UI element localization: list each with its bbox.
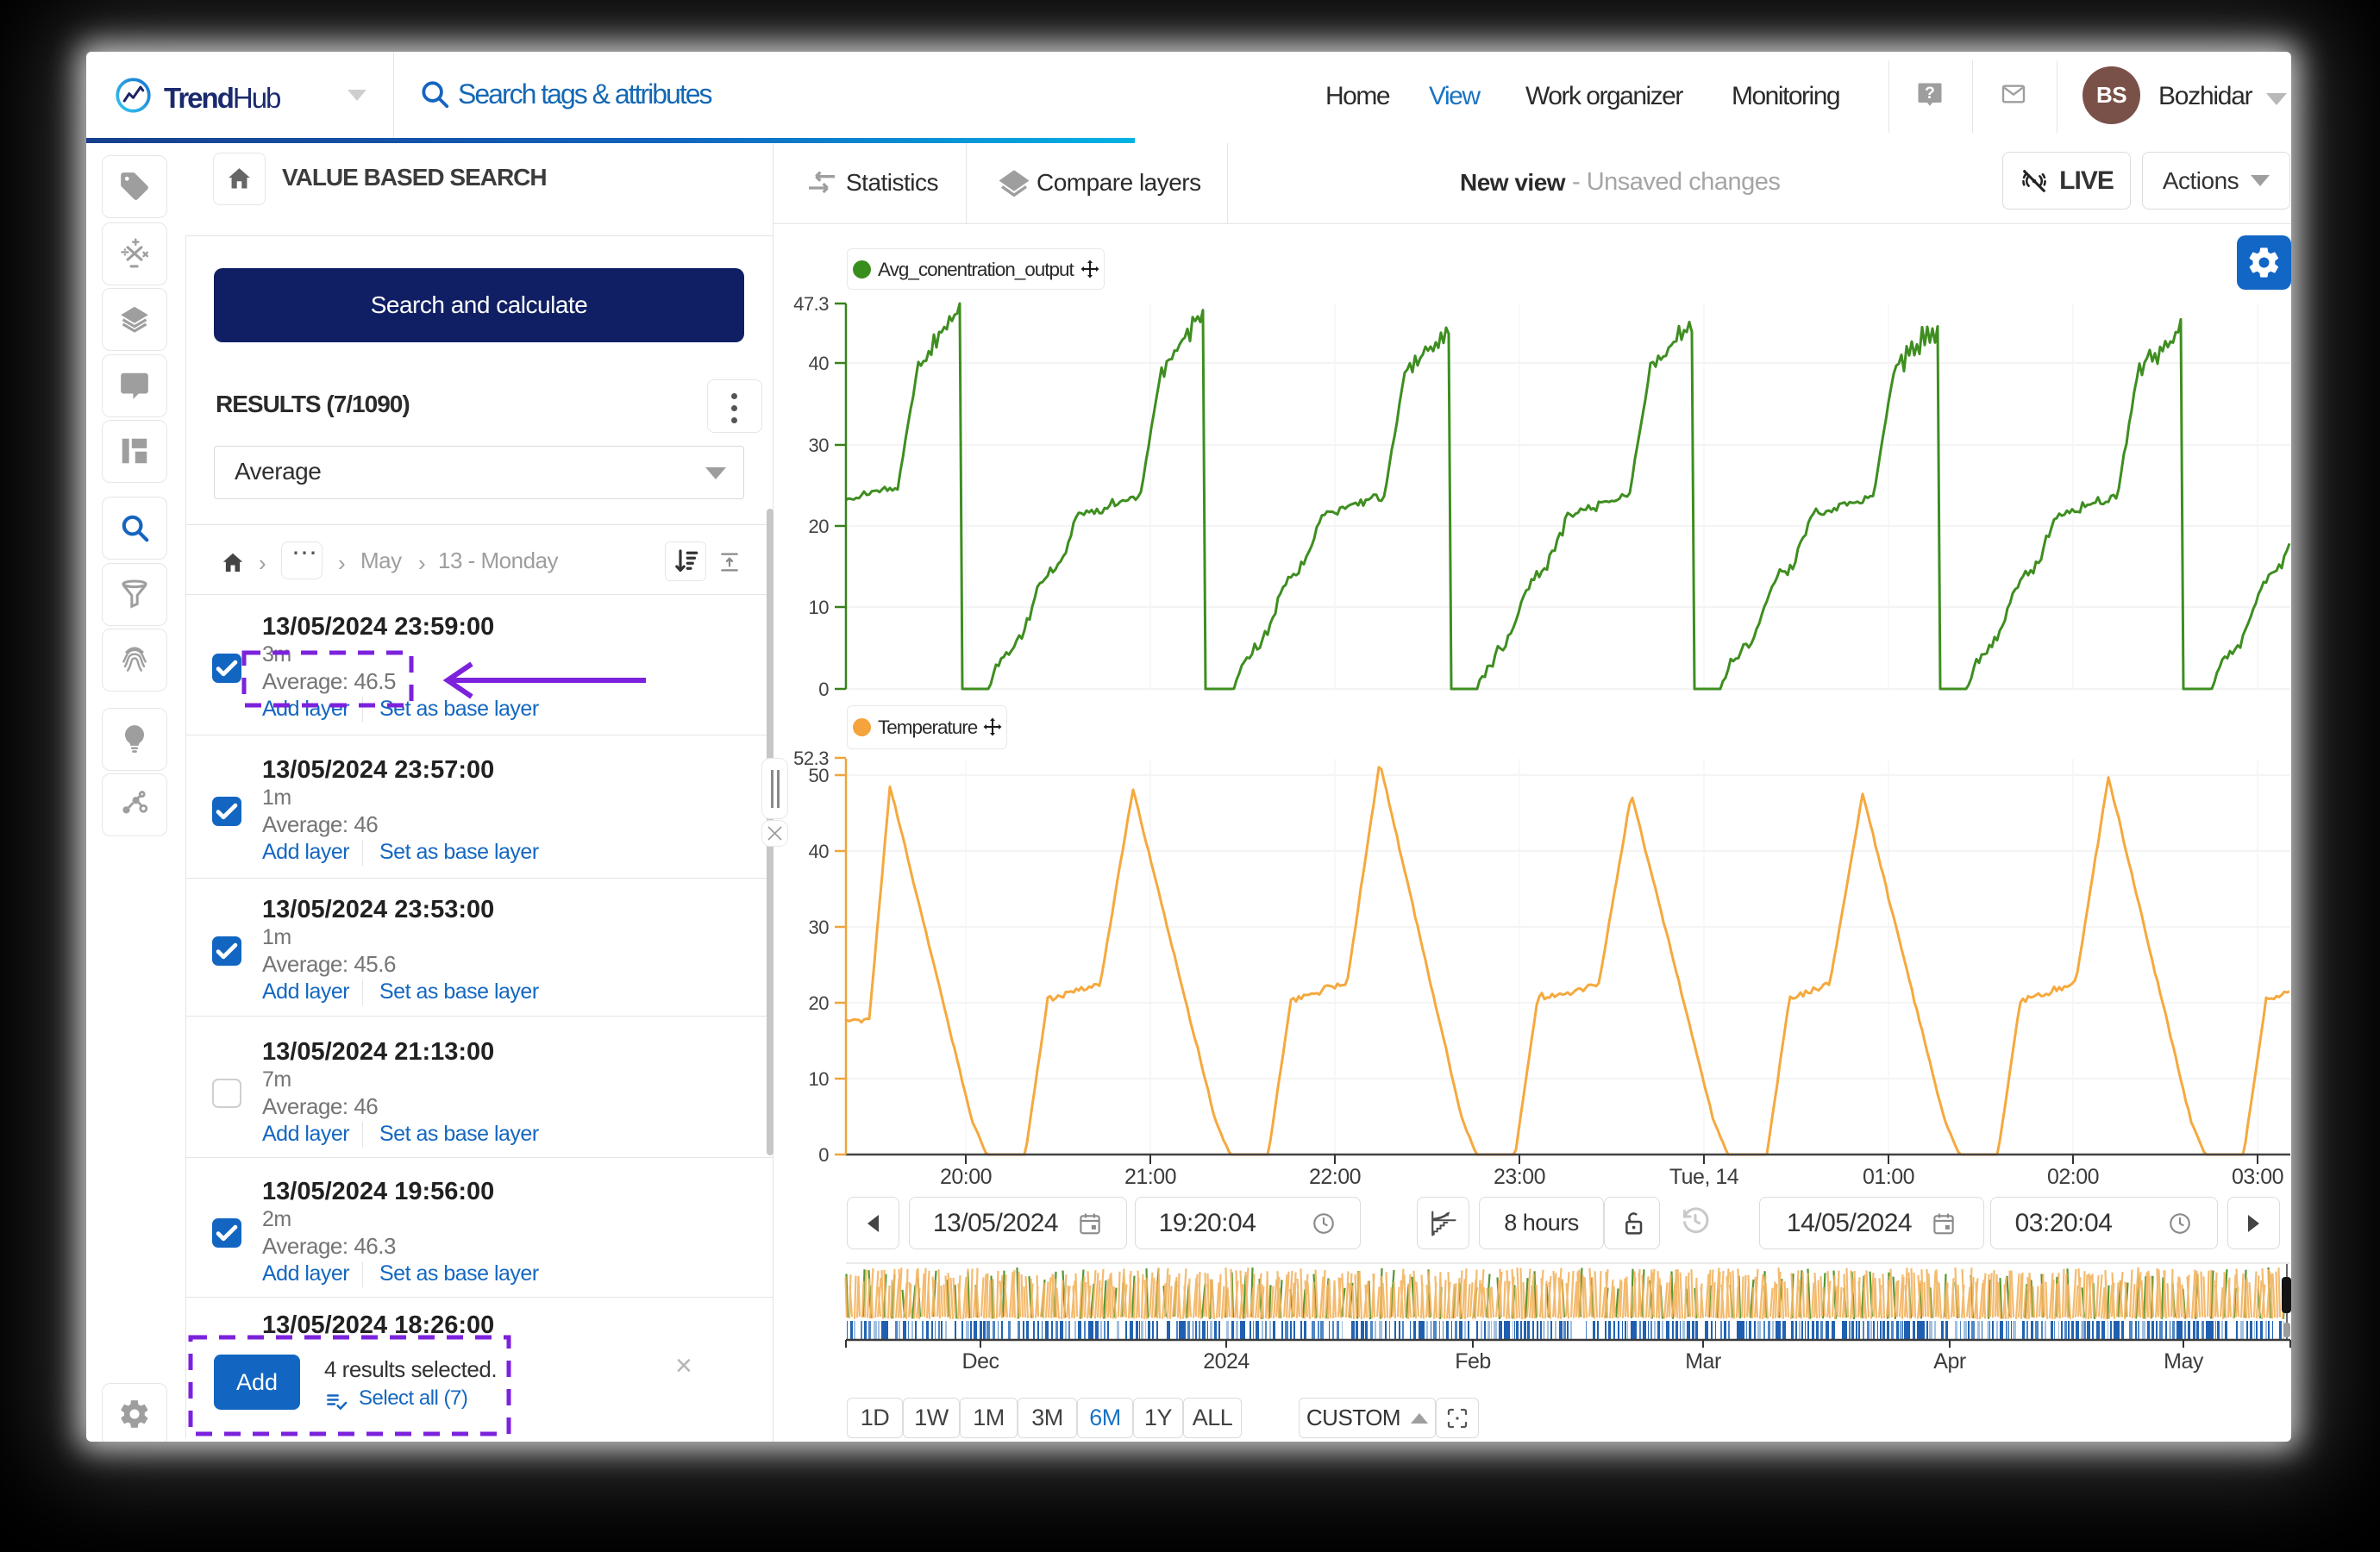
svg-text:Feb: Feb [1455, 1349, 1491, 1374]
svg-text:20: 20 [809, 516, 830, 537]
svg-text:50: 50 [809, 765, 830, 786]
svg-text:30: 30 [809, 917, 830, 938]
svg-text:01:00: 01:00 [1863, 1165, 1914, 1189]
svg-text:2024: 2024 [1203, 1349, 1250, 1374]
svg-text:Tue, 14: Tue, 14 [1669, 1165, 1739, 1189]
svg-text:Apr: Apr [1933, 1349, 1966, 1374]
svg-text:40: 40 [809, 841, 830, 862]
svg-text:0: 0 [818, 1144, 829, 1166]
svg-text:10: 10 [809, 1068, 830, 1090]
svg-text:20: 20 [809, 992, 830, 1014]
svg-text:May: May [2164, 1349, 2204, 1374]
svg-text:0: 0 [818, 679, 829, 700]
svg-text:47.3: 47.3 [793, 293, 829, 315]
svg-text:Mar: Mar [1685, 1349, 1721, 1374]
svg-text:23:00: 23:00 [1494, 1165, 1545, 1189]
svg-text:20:00: 20:00 [940, 1165, 992, 1189]
svg-text:03:00: 03:00 [2232, 1165, 2283, 1189]
svg-text:30: 30 [809, 435, 830, 456]
svg-text:?: ? [1925, 84, 1935, 103]
svg-text:02:00: 02:00 [2047, 1165, 2099, 1189]
svg-text:Dec: Dec [962, 1349, 999, 1374]
svg-text:40: 40 [809, 353, 830, 374]
svg-text:21:00: 21:00 [1124, 1165, 1176, 1189]
svg-text:52.3: 52.3 [793, 748, 829, 769]
svg-text:10: 10 [809, 597, 830, 618]
svg-text:22:00: 22:00 [1309, 1165, 1361, 1189]
